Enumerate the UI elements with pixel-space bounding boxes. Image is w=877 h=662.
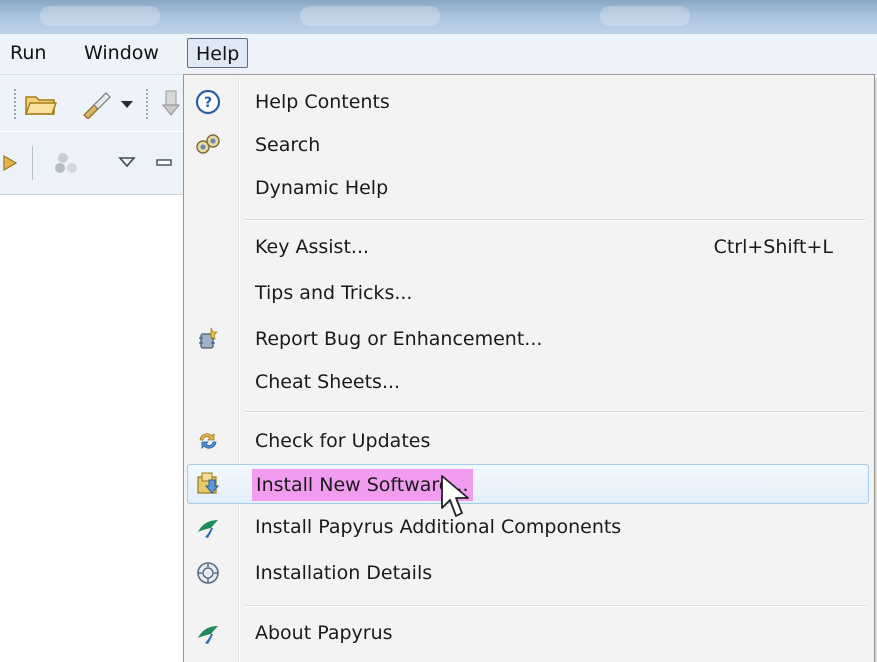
menu-help[interactable]: Help	[187, 38, 249, 68]
help-dropdown-menu: ? Help Contents Search Dynamic Help Key …	[183, 74, 875, 662]
menu-separator	[244, 411, 866, 413]
menu-item-install-new-software[interactable]: Install New Software...	[187, 464, 869, 504]
menu-item-check-for-updates[interactable]: Check for Updates	[187, 421, 869, 461]
menu-separator	[244, 605, 866, 607]
menu-item-label: Tips and Tricks...	[255, 282, 413, 304]
toolbar-grip-2[interactable]	[146, 89, 148, 119]
svg-text:?: ?	[204, 95, 212, 111]
download-icon[interactable]	[160, 89, 184, 119]
brush-dropdown-icon[interactable]	[120, 99, 134, 109]
papyrus-logo-icon	[198, 520, 218, 538]
toolbar-grip[interactable]	[14, 89, 16, 119]
toolbar-divider	[32, 146, 33, 180]
mouse-cursor-icon	[441, 475, 469, 517]
menu-item-shortcut: Ctrl+Shift+L	[713, 236, 833, 258]
menu-item-label: Help Contents	[255, 91, 390, 113]
menu-item-label: Cheat Sheets...	[255, 371, 401, 393]
help-circle-icon: ?	[195, 89, 221, 115]
menu-item-installation-details[interactable]: Installation Details	[187, 553, 869, 593]
brush-tool-icon[interactable]	[80, 89, 112, 119]
menu-run[interactable]: Run	[2, 38, 54, 68]
menu-item-label: Key Assist...	[255, 236, 370, 258]
collapse-icon[interactable]	[2, 152, 20, 174]
menu-window[interactable]: Window	[76, 38, 167, 68]
view-menu-icon[interactable]	[118, 156, 136, 168]
menu-item-install-papyrus-components[interactable]: Install Papyrus Additional Components	[187, 507, 869, 547]
menu-item-search[interactable]: Search	[187, 125, 869, 165]
menu-bar: Run Window Help	[0, 34, 877, 75]
report-bug-icon	[199, 327, 218, 349]
menu-item-report-bug[interactable]: Report Bug or Enhancement...	[187, 319, 869, 359]
menu-item-label: Installation Details	[255, 562, 433, 584]
search-binoculars-icon	[196, 134, 220, 154]
menu-item-label: Search	[255, 134, 321, 156]
menu-item-key-assist[interactable]: Key Assist... Ctrl+Shift+L	[187, 227, 869, 267]
menu-item-cheat-sheets[interactable]: Cheat Sheets...	[187, 362, 869, 402]
menu-item-label: Install Papyrus Additional Components	[255, 516, 622, 538]
menu-item-label: About Papyrus	[255, 622, 393, 644]
menu-item-dynamic-help[interactable]: Dynamic Help	[187, 168, 869, 208]
menu-item-label: Report Bug or Enhancement...	[255, 328, 543, 350]
open-folder-icon[interactable]	[24, 91, 58, 117]
install-software-icon	[197, 472, 220, 494]
view-toolbar	[0, 132, 185, 195]
menu-item-help-contents[interactable]: ? Help Contents	[187, 82, 869, 122]
minimize-icon[interactable]	[156, 158, 174, 168]
link-editor-icon[interactable]	[52, 148, 82, 178]
window-title-bar	[0, 0, 877, 34]
installation-details-icon	[197, 562, 219, 584]
check-updates-icon	[199, 433, 217, 449]
menu-item-label: Dynamic Help	[255, 177, 389, 199]
papyrus-logo-icon	[198, 626, 218, 644]
menu-item-about-papyrus[interactable]: About Papyrus	[187, 613, 869, 653]
main-toolbar	[0, 75, 185, 131]
menu-item-tips-and-tricks[interactable]: Tips and Tricks...	[187, 273, 869, 313]
menu-separator	[244, 219, 866, 221]
menu-item-label: Check for Updates	[255, 430, 431, 452]
